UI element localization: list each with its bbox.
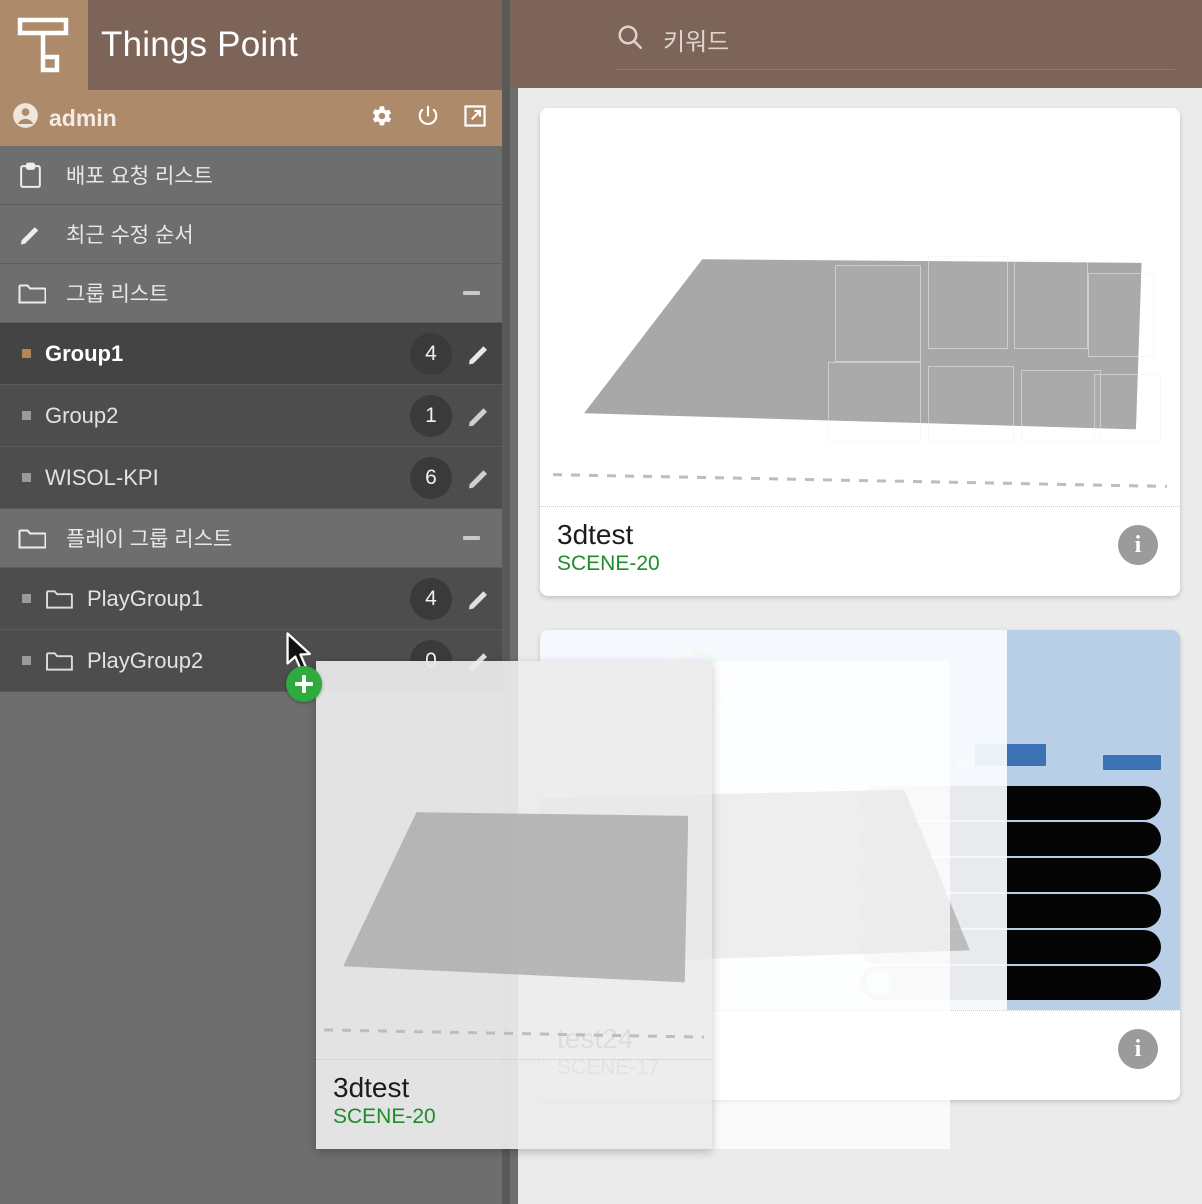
scene-3d-render [540,108,1180,506]
drag-ghost-overlay [712,661,950,1149]
folder-icon [45,650,73,672]
user-identity[interactable]: admin [12,102,368,134]
info-icon[interactable]: i [1118,1029,1158,1069]
bullet-icon [22,411,31,420]
play-group-list-item-playgroup1[interactable]: PlayGroup1 4 [0,568,510,630]
search-input[interactable]: 키워드 [663,22,729,57]
gear-icon[interactable] [368,103,394,134]
scene-wireframe-boxes [828,239,1161,450]
drag-ghost-title: 3dtest [333,1072,410,1103]
drag-ghost-thumbnail [316,661,712,1059]
group-list-item-wisol-kpi[interactable]: WISOL-KPI 6 [0,447,510,509]
3d-scene-thumbnail [540,108,1180,506]
pencil-icon[interactable] [466,403,492,429]
user-bar: admin [0,90,510,146]
scene-card-title: 3dtest [557,519,634,550]
search-icon [615,22,645,57]
scene-ground-line [323,1028,705,1039]
minus-icon[interactable] [463,291,480,295]
scene-3d-render [316,661,712,1059]
sidebar-item-label: 배포 요청 리스트 [66,165,213,188]
pencil-icon[interactable] [466,465,492,491]
sidebar-item-deploy-request-list[interactable]: 배포 요청 리스트 [0,146,510,205]
scene-card-id: SCENE-20 [557,552,660,576]
sidebar-section-play-group-list[interactable]: 플레이 그룹 리스트 [0,509,510,568]
scene-floor-plane [343,812,689,983]
drag-ghost-scene-id: SCENE-20 [333,1105,436,1129]
blue-bar [1103,755,1161,771]
bullet-icon [22,594,31,603]
group-count-badge: 6 [410,456,452,499]
top-bar: 키워드 [510,0,1202,88]
group-label: Group1 [45,340,124,366]
search-bar[interactable]: 키워드 [615,22,1175,70]
group-count-badge: 1 [410,394,452,437]
group-list-item-group1[interactable]: Group1 4 [0,323,510,385]
minus-icon[interactable] [463,536,480,540]
sidebar-section-group-list[interactable]: 그룹 리스트 [0,264,510,323]
scene-card-footer: 3dtest SCENE-20 i [540,506,1180,596]
group-list-item-group2[interactable]: Group2 1 [0,385,510,447]
application-window: Things Point admin 배포 요청 리스트 최근 수정 순서 그룹… [0,0,1202,1204]
bullet-icon [22,473,31,482]
play-group-label: PlayGroup1 [87,585,204,611]
app-title: Things Point [101,25,298,64]
pencil-icon [18,222,58,247]
pencil-icon[interactable] [466,586,492,612]
account-circle-icon [12,102,39,134]
scene-card[interactable]: 3dtest SCENE-20 i [540,108,1180,596]
bullet-icon [22,656,31,665]
username-label: admin [49,104,117,131]
sidebar-section-label: 플레이 그룹 리스트 [66,528,233,551]
info-icon[interactable]: i [1118,525,1158,565]
user-bar-actions [368,103,488,134]
plus-icon [286,666,322,702]
things-point-t-logo [0,0,88,90]
brand-title-container: Things Point [88,0,510,90]
sidebar-item-label: 최근 수정 순서 [66,224,194,247]
scene-ground-line [552,473,1168,489]
group-label: WISOL-KPI [45,464,159,490]
play-group-count-badge: 4 [410,577,452,620]
external-link-icon[interactable] [462,103,488,134]
group-label: Group2 [45,402,119,428]
folder-icon [18,282,58,305]
brand-header: Things Point [0,0,510,90]
power-icon[interactable] [415,103,441,134]
group-count-badge: 4 [410,332,452,375]
folder-icon [18,527,58,550]
bullet-icon [22,349,31,358]
pencil-icon[interactable] [466,341,492,367]
sidebar-item-recent-modified[interactable]: 최근 수정 순서 [0,205,510,264]
drag-ghost-footer: 3dtest SCENE-20 [316,1059,712,1149]
group-list: Group1 4 Group2 1 WISOL-KPI 6 [0,323,510,509]
folder-icon [45,588,73,610]
clipboard-icon [18,162,58,189]
drag-ghost-card: 3dtest SCENE-20 [316,661,712,1149]
sidebar-section-label: 그룹 리스트 [66,283,169,306]
